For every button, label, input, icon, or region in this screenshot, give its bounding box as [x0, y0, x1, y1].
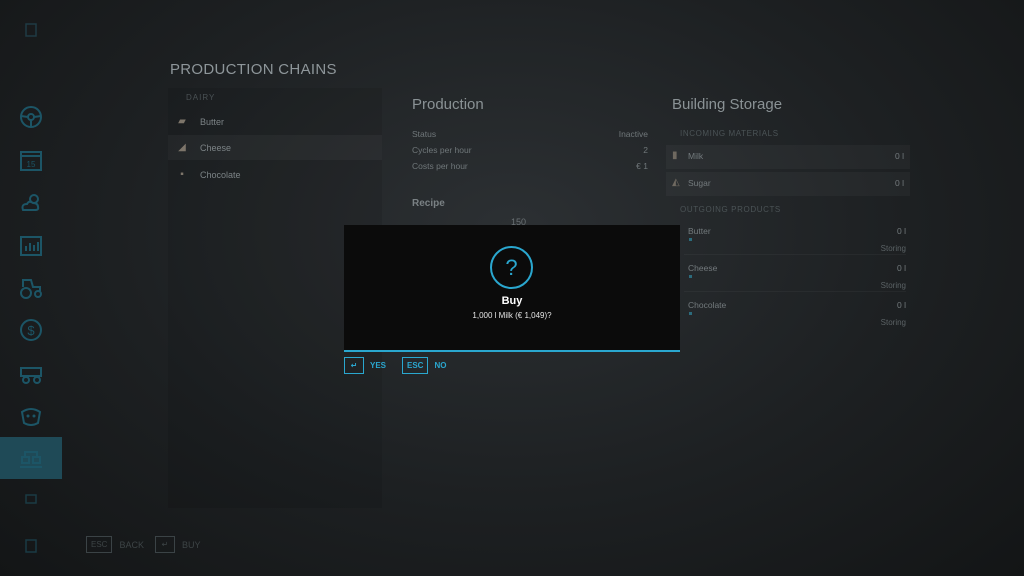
chain-item-label: Chocolate [200, 169, 241, 180]
row-divider [684, 254, 906, 255]
storage-title: Building Storage [672, 96, 783, 113]
incoming-row-milk: ▮ Milk 0 l [666, 145, 910, 169]
recipe-label: Recipe [412, 198, 445, 209]
costs-row: Costs per hour € 1 [412, 161, 648, 171]
calendar-day: 15 [27, 160, 36, 169]
calendar-icon: 15 [20, 151, 42, 171]
incoming-header: INCOMING MATERIALS [680, 129, 779, 138]
chain-item-label: Butter [200, 116, 225, 127]
sidebar-item-weather[interactable] [0, 182, 62, 224]
back-button[interactable]: ESC BACK [86, 536, 144, 553]
back-label: BACK [119, 539, 144, 550]
statistics-icon [20, 236, 42, 256]
outgoing-row-chocolate[interactable]: Chocolate 0 l Storing [666, 297, 910, 331]
row-divider [684, 291, 906, 292]
weather-icon [21, 194, 40, 211]
milk-icon: ▮ [672, 150, 678, 161]
sidebar: 15 $ [0, 0, 62, 576]
outgoing-value: 0 l [897, 300, 906, 310]
status-value: Inactive [618, 129, 648, 139]
top-icon [25, 23, 37, 37]
chocolate-icon: ▪ [180, 169, 184, 180]
outgoing-row-cheese[interactable]: Cheese 0 l Storing [666, 260, 910, 294]
chain-item-cheese[interactable]: ◢ Cheese [168, 135, 382, 160]
chain-item-label: Cheese [200, 142, 232, 153]
sidebar-item-vehicles[interactable] [0, 267, 62, 309]
dialog-message: 1,000 l Milk (€ 1,049)? [472, 311, 552, 320]
sidebar-item-help[interactable] [0, 524, 62, 566]
fill-indicator [689, 312, 692, 315]
fill-indicator [689, 238, 692, 241]
sidebar-top-icon[interactable] [0, 9, 62, 51]
outgoing-name: Chocolate [688, 300, 727, 310]
help-icon [25, 539, 37, 553]
sidebar-item-vehicle[interactable] [0, 96, 62, 138]
costs-value: € 1 [636, 161, 648, 171]
cycles-value: 2 [643, 145, 648, 155]
finance-icon: $ [20, 319, 42, 341]
outgoing-mode: Storing [880, 244, 906, 253]
esc-key-icon: ESC [402, 357, 429, 374]
page-title: PRODUCTION CHAINS [170, 61, 337, 78]
settings-icon [25, 494, 37, 504]
fill-indicator [689, 275, 692, 278]
chain-item-chocolate[interactable]: ▪ Chocolate [168, 162, 382, 187]
butter-icon: ▰ [178, 116, 186, 127]
chain-item-butter[interactable]: ▰ Butter [168, 109, 382, 134]
status-label: Status [412, 129, 437, 139]
buy-button[interactable]: ↵ BUY [155, 536, 201, 553]
finance-symbol: $ [27, 323, 35, 338]
incoming-name: Milk [688, 151, 704, 161]
production-icon [20, 451, 42, 468]
back-key: ESC [86, 536, 113, 553]
yes-button[interactable]: ↵ YES [344, 357, 386, 374]
sidebar-item-settings[interactable] [0, 478, 62, 520]
buy-key: ↵ [155, 536, 175, 553]
vehicles-icon [20, 367, 42, 384]
buy-dialog: ? Buy 1,000 l Milk (€ 1,049)? [344, 225, 680, 350]
dialog-title: Buy [501, 295, 523, 307]
outgoing-name: Cheese [688, 263, 718, 273]
no-label: NO [434, 361, 447, 370]
yes-label: YES [370, 361, 387, 370]
outgoing-header: OUTGOING PRODUCTS [680, 205, 781, 214]
sidebar-item-production[interactable] [0, 437, 62, 479]
sidebar-item-animals[interactable] [0, 395, 62, 437]
steering-wheel-icon [20, 106, 42, 128]
buy-label: BUY [182, 539, 201, 550]
cycles-row: Cycles per hour 2 [412, 145, 648, 155]
chain-list-header: DAIRY [186, 93, 216, 102]
sidebar-item-statistics[interactable] [0, 225, 62, 267]
cheese-icon: ◢ [178, 142, 186, 153]
incoming-name: Sugar [688, 178, 711, 188]
sidebar-item-garage[interactable] [0, 352, 62, 394]
incoming-row-sugar: ◭ Sugar 0 l [666, 172, 910, 196]
question-icon: ? [490, 246, 533, 289]
tractor-icon [20, 279, 42, 299]
enter-key-icon: ↵ [344, 357, 364, 374]
incoming-value: 0 l [895, 151, 904, 161]
sugar-icon: ◭ [672, 177, 680, 188]
outgoing-mode: Storing [880, 318, 906, 327]
status-row: Status Inactive [412, 129, 648, 139]
outgoing-value: 0 l [897, 263, 906, 273]
outgoing-name: Butter [688, 226, 711, 236]
sidebar-item-finances[interactable]: $ [0, 309, 62, 351]
question-symbol: ? [505, 254, 518, 280]
no-button[interactable]: ESC NO [402, 357, 446, 374]
outgoing-value: 0 l [897, 226, 906, 236]
outgoing-row-butter[interactable]: Butter 0 l Storing [666, 223, 910, 257]
cycles-label: Cycles per hour [412, 145, 472, 155]
sidebar-item-calendar[interactable]: 15 [0, 139, 62, 181]
animals-icon [20, 408, 42, 426]
production-title: Production [412, 96, 484, 113]
incoming-value: 0 l [895, 178, 904, 188]
outgoing-mode: Storing [880, 281, 906, 290]
dialog-accent-line [344, 350, 680, 352]
costs-label: Costs per hour [412, 161, 468, 171]
